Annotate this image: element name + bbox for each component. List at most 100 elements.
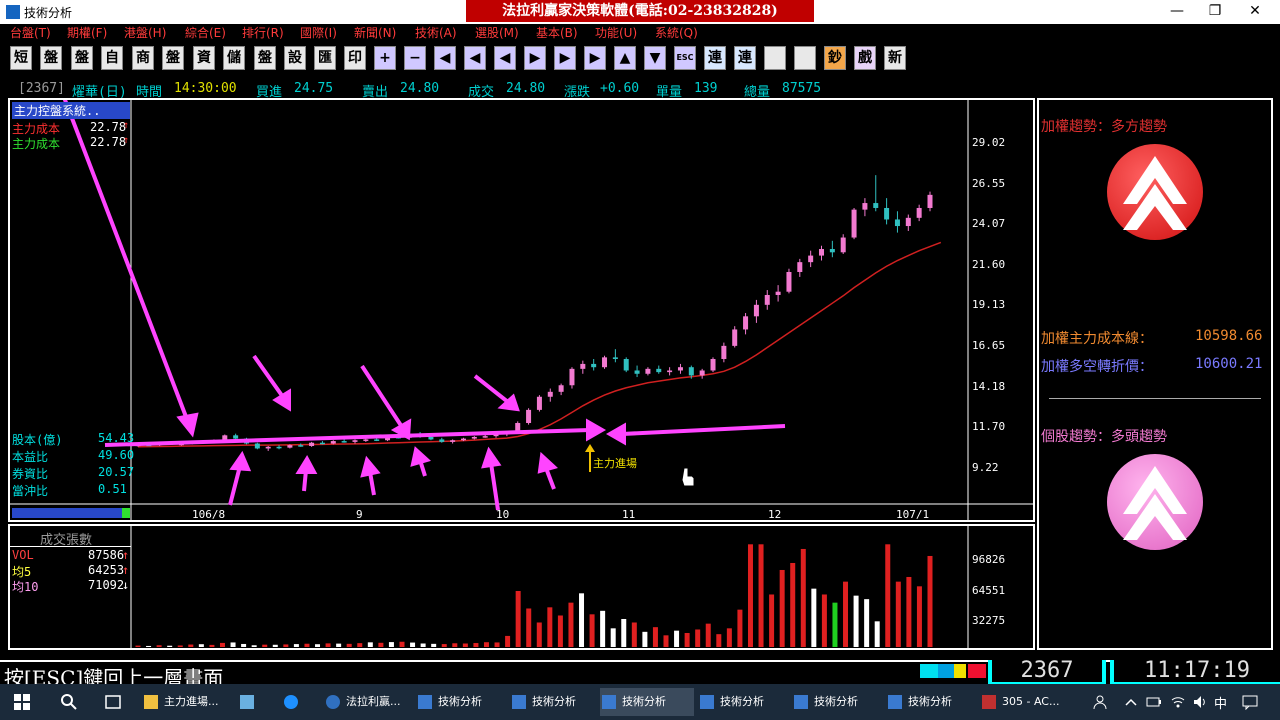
- candlestick-chart[interactable]: 主力進場 29.02 26.55 24.07 21.60 19.13 16.65…: [10, 100, 1033, 520]
- tray-chevron-up-icon[interactable]: [1124, 696, 1138, 708]
- toolbar-board3-button[interactable]: 盤: [162, 46, 184, 70]
- last-button[interactable]: ▶: [584, 46, 606, 70]
- volume-bar: [726, 628, 732, 647]
- window-icon[interactable]: [764, 46, 786, 70]
- menu-item-system[interactable]: 系統(Q): [655, 24, 698, 41]
- vendor-banner: 法拉利贏家決策軟體(電話:02-23832828): [466, 0, 814, 22]
- taskbar-item-folder[interactable]: 主力進場...: [142, 688, 232, 716]
- volume-bar: [589, 614, 595, 647]
- menu-item-futures[interactable]: 期權(F): [67, 24, 107, 41]
- toolbar-print-button[interactable]: 印: [344, 46, 366, 70]
- menu-item-basic[interactable]: 基本(B): [536, 24, 578, 41]
- menu-item-overview[interactable]: 綜合(E): [185, 24, 226, 41]
- esc-button[interactable]: ESC: [674, 46, 696, 70]
- ime-indicator[interactable]: 中: [1214, 693, 1227, 712]
- wifi-icon[interactable]: [1170, 694, 1186, 710]
- volume-icon[interactable]: [1192, 694, 1208, 710]
- taskbar-item-access[interactable]: 305 - AC...: [980, 688, 1070, 716]
- y-tick: 24.07: [972, 217, 1005, 230]
- menu-item-tai[interactable]: 台盤(T): [10, 24, 51, 41]
- volume-bar: [790, 562, 796, 647]
- volume-chart[interactable]: 96826 64551 32275: [10, 526, 1033, 648]
- minimize-button[interactable]: —: [1158, 0, 1196, 24]
- candle-body: [254, 443, 260, 449]
- menu-item-hk[interactable]: 港盤(H): [124, 24, 166, 41]
- taskbar-item-tech5[interactable]: 技術分析: [792, 688, 882, 716]
- taskbar-item-tech2[interactable]: 技術分析: [510, 688, 600, 716]
- first-button[interactable]: ◀: [434, 46, 456, 70]
- toolbar-save-button[interactable]: 儲: [223, 46, 245, 70]
- vol-y-tick: 64551: [972, 584, 1005, 597]
- volume-bar: [346, 643, 352, 647]
- menu-item-function[interactable]: 功能(U): [595, 24, 637, 41]
- play-button[interactable]: 戲: [854, 46, 876, 70]
- close-button[interactable]: ✕: [1236, 0, 1274, 24]
- candle-body: [298, 445, 304, 447]
- up-arrow-icon: ↑: [122, 548, 130, 562]
- page-back-button[interactable]: ◀: [464, 46, 486, 70]
- maximize-button[interactable]: ❐: [1196, 0, 1234, 24]
- zoom-in-button[interactable]: +: [374, 46, 396, 70]
- volume-bar: [864, 599, 870, 647]
- search-icon[interactable]: [60, 693, 78, 711]
- ma10-value: 71092: [88, 578, 125, 592]
- volume-bar: [526, 608, 532, 647]
- toolbar-data-button[interactable]: 資: [193, 46, 215, 70]
- taskbar-item-ie[interactable]: [282, 688, 322, 716]
- cash-button[interactable]: 鈔: [824, 46, 846, 70]
- menu-item-intl[interactable]: 國際(I): [300, 24, 337, 41]
- toolbar-settings-button[interactable]: 設: [284, 46, 306, 70]
- step-forward-button[interactable]: ▶: [524, 46, 546, 70]
- toolbar-board2-button[interactable]: 盤: [71, 46, 93, 70]
- toolbar-commodity-button[interactable]: 商: [132, 46, 154, 70]
- down-button[interactable]: ▼: [644, 46, 666, 70]
- link-button[interactable]: 連: [704, 46, 726, 70]
- volume-bar: [747, 544, 753, 647]
- taskbar-item-tech3-active[interactable]: 技術分析: [600, 688, 694, 716]
- taskbar-item-tech6[interactable]: 技術分析: [886, 688, 976, 716]
- volume-bar: [642, 631, 648, 647]
- battery-icon[interactable]: [1146, 695, 1162, 709]
- toolbar-short-button[interactable]: 短: [10, 46, 32, 70]
- start-icon[interactable]: [14, 694, 30, 710]
- menu-item-news[interactable]: 新聞(N): [354, 24, 396, 41]
- page-forward-button[interactable]: ▶: [554, 46, 576, 70]
- step-back-button[interactable]: ◀: [494, 46, 516, 70]
- candle-body: [699, 370, 705, 376]
- taskbar-item-ferrari[interactable]: 法拉利贏...: [324, 688, 412, 716]
- volume-bar: [652, 627, 658, 647]
- windows-taskbar: 主力進場... 法拉利贏... 技術分析 技術分析 技術分析 技術分析 技術分析…: [0, 684, 1280, 720]
- scroll-thumb[interactable]: [122, 508, 130, 518]
- stock-trend-text: 個股趨勢：多頭趨勢: [1041, 429, 1167, 445]
- candle-body: [862, 203, 868, 210]
- volume-bar: [621, 618, 627, 647]
- people-icon[interactable]: [1092, 694, 1108, 710]
- x-tick: 10: [496, 508, 509, 520]
- volume-bar: [557, 615, 563, 647]
- menu-item-tech[interactable]: 技術(A): [415, 24, 457, 41]
- system-title[interactable]: 主力控盤系統..: [12, 102, 130, 119]
- taskbar-item-explorer[interactable]: [238, 688, 278, 716]
- candle-body: [580, 363, 586, 369]
- new-button[interactable]: 新: [884, 46, 906, 70]
- link2-button[interactable]: 連: [734, 46, 756, 70]
- taskbar-item-tech4[interactable]: 技術分析: [698, 688, 788, 716]
- taskbar-item-tech1[interactable]: 技術分析: [416, 688, 506, 716]
- menu-item-ranking[interactable]: 排行(R): [242, 24, 284, 41]
- candle-body: [330, 441, 336, 444]
- menu-item-screening[interactable]: 選股(M): [475, 24, 519, 41]
- index-turn-price-value: 10600.21: [1195, 356, 1263, 372]
- notification-icon[interactable]: [1242, 694, 1258, 710]
- toolbar-custom-button[interactable]: 自: [101, 46, 123, 70]
- volume-bar: [684, 632, 690, 647]
- volume-bar: [853, 595, 859, 647]
- candle-body: [829, 249, 835, 253]
- lock-icon[interactable]: [794, 46, 816, 70]
- toolbar-board4-button[interactable]: 盤: [254, 46, 276, 70]
- scroll-progress-bar[interactable]: [12, 508, 130, 518]
- toolbar-board-button[interactable]: 盤: [40, 46, 62, 70]
- up-button[interactable]: ▲: [614, 46, 636, 70]
- toolbar-export-button[interactable]: 匯: [314, 46, 336, 70]
- task-view-icon[interactable]: [104, 694, 122, 710]
- zoom-out-button[interactable]: −: [404, 46, 426, 70]
